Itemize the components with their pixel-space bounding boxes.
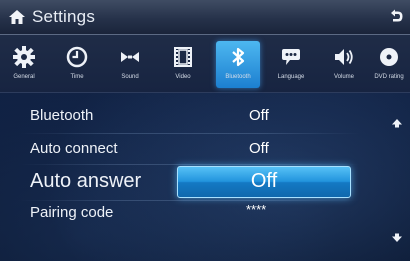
title-bar: Settings xyxy=(0,0,410,35)
settings-tab-bar: General Time Sound Video Bluetooth Langu… xyxy=(0,35,410,93)
page-title: Settings xyxy=(32,7,96,26)
setting-label: Bluetooth xyxy=(30,107,94,124)
bowtie-sound-icon xyxy=(121,52,139,62)
back-icon[interactable] xyxy=(388,8,404,24)
tab-label: Sound xyxy=(121,74,139,80)
speech-bubble-icon xyxy=(282,49,300,65)
tab-sound[interactable]: Sound xyxy=(108,41,152,88)
bluetooth-icon xyxy=(232,47,245,67)
setting-row-bluetooth[interactable]: Bluetooth Off xyxy=(0,101,410,131)
row-divider xyxy=(20,133,360,134)
tab-video[interactable]: Video xyxy=(161,41,205,88)
tab-label: Bluetooth xyxy=(225,74,251,80)
clock-icon xyxy=(66,46,88,68)
row-divider xyxy=(20,164,360,165)
tab-volume[interactable]: Volume xyxy=(322,41,366,88)
tab-time[interactable]: Time xyxy=(55,41,99,88)
selected-value-box[interactable]: Off xyxy=(177,166,351,198)
setting-label: Auto answer xyxy=(30,170,142,192)
tab-dvd-rating[interactable]: DVD rating xyxy=(368,41,410,88)
tab-label: Language xyxy=(277,74,305,80)
film-icon xyxy=(174,47,192,67)
disc-icon xyxy=(380,48,398,66)
tab-label: Volume xyxy=(333,74,354,80)
tab-bluetooth[interactable]: Bluetooth xyxy=(216,41,260,88)
setting-value: Off xyxy=(249,140,269,157)
row-divider xyxy=(20,200,360,201)
tab-language[interactable]: Language xyxy=(269,41,313,88)
arrow-down-icon[interactable] xyxy=(391,232,403,244)
setting-value: Off xyxy=(250,170,278,192)
setting-value: **** xyxy=(246,202,267,217)
setting-row-auto-connect[interactable]: Auto connect Off xyxy=(0,136,410,166)
settings-screen: Settings General Time Sound Video Blueto… xyxy=(0,0,410,261)
tab-label: Time xyxy=(70,74,84,80)
speaker-icon xyxy=(335,49,353,65)
tab-general[interactable]: General xyxy=(2,41,46,88)
setting-value: Off xyxy=(249,107,269,124)
tab-label: DVD rating xyxy=(374,74,404,80)
setting-row-pairing-code[interactable]: Pairing code **** xyxy=(0,202,410,232)
setting-label: Auto connect xyxy=(30,140,118,157)
tab-label: Video xyxy=(175,74,191,80)
gear-icon xyxy=(13,46,35,68)
arrow-up-icon[interactable] xyxy=(391,117,403,129)
tab-label: General xyxy=(13,74,35,80)
home-icon[interactable] xyxy=(8,8,26,26)
setting-label: Pairing code xyxy=(30,204,114,221)
